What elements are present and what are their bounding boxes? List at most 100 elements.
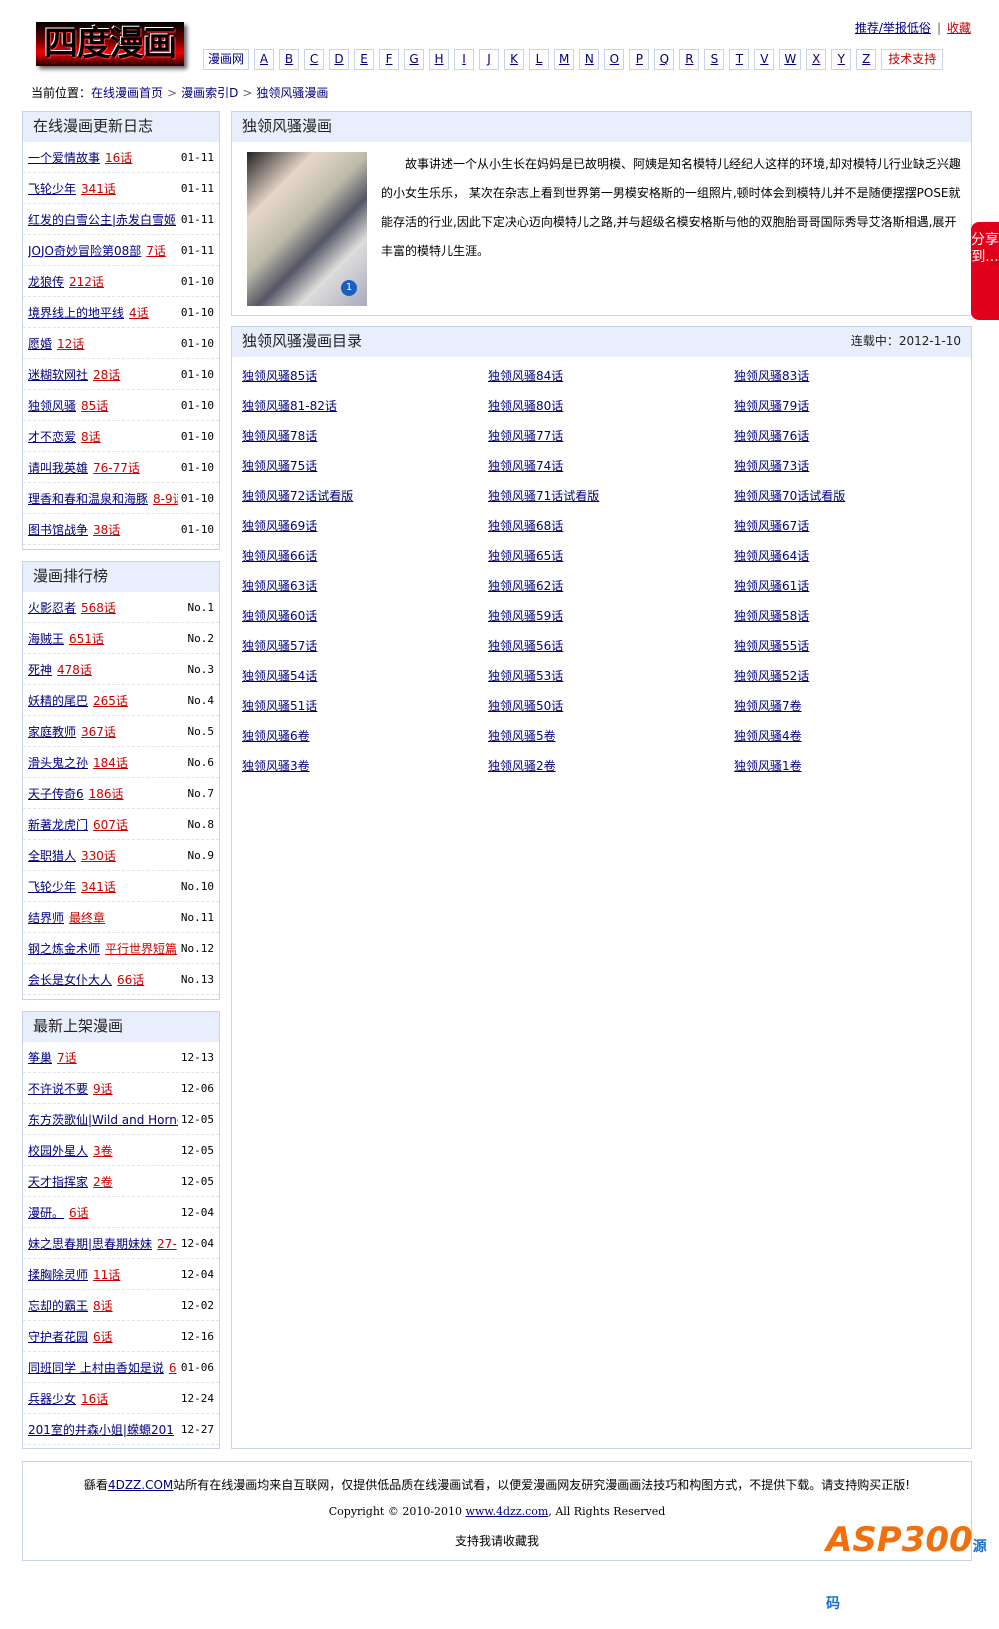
chapter-link[interactable]: 85话 [81, 399, 108, 413]
breadcrumb-home[interactable]: 在线漫画首页 [91, 86, 163, 100]
chapter-link[interactable]: 27- [157, 1237, 177, 1251]
chapter-link[interactable]: 独领风骚7卷 [734, 691, 980, 721]
comic-link[interactable]: 理香和春和温泉和海豚 [28, 492, 148, 506]
chapter-link[interactable]: 独领风骚5卷 [488, 721, 734, 751]
chapter-link[interactable]: 独领风骚70话试看版 [734, 481, 980, 511]
chapter-link[interactable]: 独领风骚85话 [242, 361, 488, 391]
chapter-link[interactable]: 独领风骚54话 [242, 661, 488, 691]
comic-link[interactable]: 漫研。 [28, 1206, 64, 1220]
chapter-link[interactable]: 独领风骚56话 [488, 631, 734, 661]
chapter-link[interactable]: 独领风骚83话 [734, 361, 980, 391]
nav-letter-q[interactable]: Q [654, 49, 675, 70]
nav-letter-s[interactable]: S [704, 49, 725, 70]
nav-letter-b[interactable]: B [279, 49, 300, 70]
chapter-link[interactable]: 独领风骚3卷 [242, 751, 488, 781]
comic-link[interactable]: 不许说不要 [28, 1082, 88, 1096]
chapter-link[interactable]: 265话 [93, 694, 128, 708]
chapter-link[interactable]: 独领风骚81-82话 [242, 391, 488, 421]
chapter-link[interactable]: 4话 [129, 306, 149, 320]
chapter-link[interactable]: 独领风骚74话 [488, 451, 734, 481]
comic-link[interactable]: 愿婚 [28, 337, 52, 351]
nav-tech-support[interactable]: 技术支持 [881, 49, 944, 70]
chapter-link[interactable]: 独领风骚61话 [734, 571, 980, 601]
chapter-link[interactable]: 独领风骚84话 [488, 361, 734, 391]
chapter-link[interactable]: 独领风骚52话 [734, 661, 980, 691]
comic-link[interactable]: 筝巢 [28, 1051, 52, 1065]
comic-link[interactable]: 请叫我英雄 [28, 461, 88, 475]
comic-link[interactable]: 飞轮少年 [28, 182, 76, 196]
comic-link[interactable]: 同班同学 上村由香如是说 [28, 1361, 164, 1375]
chapter-link[interactable]: 独领风骚6卷 [242, 721, 488, 751]
chapter-link[interactable]: 独领风骚57话 [242, 631, 488, 661]
site-logo[interactable]: 四度漫画 [36, 22, 184, 66]
share-button[interactable]: 分享到... [971, 222, 999, 320]
chapter-link[interactable]: 独领风骚2卷 [488, 751, 734, 781]
chapter-link[interactable]: 独领风骚4卷 [734, 721, 980, 751]
comic-link[interactable]: 全职猎人 [28, 849, 76, 863]
chapter-link[interactable]: 66话 [117, 973, 144, 987]
chapter-link[interactable]: 607话 [93, 818, 128, 832]
comic-link[interactable]: 独领风骚 [28, 399, 76, 413]
chapter-link[interactable]: 330话 [81, 849, 116, 863]
comic-link[interactable]: 家庭教师 [28, 725, 76, 739]
nav-letter-z[interactable]: Z [856, 49, 877, 70]
comic-link[interactable]: 新著龙虎门 [28, 818, 88, 832]
chapter-link[interactable]: 8-9话 [153, 492, 178, 506]
chapter-link[interactable]: 28话 [93, 368, 120, 382]
nav-letter-p[interactable]: P [629, 49, 650, 70]
chapter-link[interactable]: 独领风骚58话 [734, 601, 980, 631]
chapter-link[interactable]: 341话 [81, 182, 116, 196]
site-link[interactable]: 4DZZ.COM [108, 1478, 173, 1492]
nav-letter-y[interactable]: Y [831, 49, 852, 70]
comic-link[interactable]: 境界线上的地平线 [28, 306, 124, 320]
chapter-link[interactable]: 7话 [146, 244, 166, 258]
nav-letter-j[interactable]: J [479, 49, 500, 70]
nav-letter-l[interactable]: L [529, 49, 550, 70]
comic-link[interactable]: 东方茨歌仙|Wild and Horne [28, 1113, 178, 1127]
comic-link[interactable]: 图书馆战争 [28, 523, 88, 537]
chapter-link[interactable]: 独领风骚73话 [734, 451, 980, 481]
chapter-link[interactable]: 341话 [81, 880, 116, 894]
nav-letter-m[interactable]: M [554, 49, 575, 70]
chapter-link[interactable]: 独领风骚64话 [734, 541, 980, 571]
chapter-link[interactable]: 独领风骚78话 [242, 421, 488, 451]
nav-letter-n[interactable]: N [579, 49, 600, 70]
chapter-link[interactable]: 独领风骚55话 [734, 631, 980, 661]
nav-letter-a[interactable]: A [254, 49, 275, 70]
chapter-link[interactable]: 6话 [69, 1206, 89, 1220]
chapter-link[interactable]: 独领风骚76话 [734, 421, 980, 451]
nav-letter-t[interactable]: T [729, 49, 750, 70]
chapter-link[interactable]: 16话 [105, 151, 132, 165]
comic-link[interactable]: 兵器少女 [28, 1392, 76, 1406]
comic-link[interactable]: 海贼王 [28, 632, 64, 646]
chapter-link[interactable]: 478话 [57, 663, 92, 677]
breadcrumb-current[interactable]: 独领风骚漫画 [256, 86, 328, 100]
chapter-link[interactable]: 7话 [57, 1051, 77, 1065]
nav-letter-r[interactable]: R [679, 49, 700, 70]
comic-link[interactable]: 钢之炼金术师 [28, 942, 100, 956]
nav-letter-e[interactable]: E [354, 49, 375, 70]
chapter-link[interactable]: 独领风骚50话 [488, 691, 734, 721]
chapter-link[interactable]: 6 [169, 1361, 177, 1375]
chapter-link[interactable]: 367话 [81, 725, 116, 739]
chapter-link[interactable]: 独领风骚65话 [488, 541, 734, 571]
nav-letter-i[interactable]: I [454, 49, 475, 70]
chapter-link[interactable]: 76-77话 [93, 461, 140, 475]
nav-letter-g[interactable]: G [404, 49, 425, 70]
comic-link[interactable]: 妹之思春期|思春期妹妹 [28, 1237, 152, 1251]
chapter-link[interactable]: 独领风骚72话试看版 [242, 481, 488, 511]
nav-letter-d[interactable]: D [329, 49, 350, 70]
bookmark-link[interactable]: 收藏 [947, 21, 971, 35]
chapter-link[interactable]: 独领风骚53话 [488, 661, 734, 691]
chapter-link[interactable]: 独领风骚59话 [488, 601, 734, 631]
chapter-link[interactable]: 2卷 [93, 1175, 113, 1189]
comic-link[interactable]: 滑头鬼之孙 [28, 756, 88, 770]
nav-letter-v[interactable]: V [754, 49, 775, 70]
comic-link[interactable]: 死神 [28, 663, 52, 677]
chapter-link[interactable]: 独领风骚66话 [242, 541, 488, 571]
copyright-link[interactable]: www.4dzz.com [466, 1505, 549, 1518]
chapter-link[interactable]: 独领风骚69话 [242, 511, 488, 541]
chapter-link[interactable]: 独领风骚80话 [488, 391, 734, 421]
nav-letter-c[interactable]: C [304, 49, 325, 70]
comic-link[interactable]: 妖精的尾巴 [28, 694, 88, 708]
